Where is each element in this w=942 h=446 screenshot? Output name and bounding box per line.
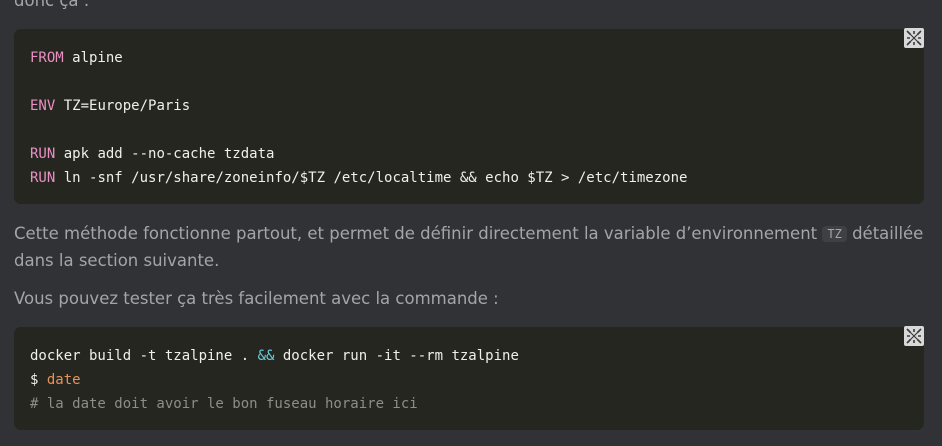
code-line: ENV TZ=Europe/Paris xyxy=(30,94,924,118)
code-line: docker build -t tzalpine . && docker run… xyxy=(30,344,924,368)
copy-code-icon xyxy=(905,327,923,345)
inline-code-tz: TZ xyxy=(822,226,847,242)
code-prompt: $ xyxy=(30,372,47,388)
copy-code-icon xyxy=(905,29,923,47)
copy-code-button[interactable] xyxy=(904,28,924,48)
code-text: docker build -t tzalpine . xyxy=(30,348,258,364)
paragraph-method: Cette méthode fonctionne partout, et per… xyxy=(14,221,924,273)
code-keyword: FROM xyxy=(30,50,64,66)
code-keyword: RUN xyxy=(30,146,56,162)
code-line: FROM alpine xyxy=(30,46,924,70)
paragraph-test: Vous pouvez tester ça très facilement av… xyxy=(14,289,499,308)
code-text: docker run -it --rm tzalpine xyxy=(274,348,519,364)
code-keyword: RUN xyxy=(30,170,56,186)
code-text: alpine xyxy=(63,50,123,66)
code-line: RUN apk add --no-cache tzdata xyxy=(30,142,924,166)
code-block-dockerfile: FROM alpine ENV TZ=Europe/Paris RUN apk … xyxy=(14,28,924,204)
copy-code-button[interactable] xyxy=(904,326,924,346)
intro-text: donc ça : xyxy=(14,0,90,10)
code-line: RUN ln -snf /usr/share/zoneinfo/$TZ /etc… xyxy=(30,166,924,190)
code-operator: && xyxy=(257,348,275,364)
code-command: date xyxy=(46,372,81,388)
code-block-shell: docker build -t tzalpine . && docker run… xyxy=(14,326,924,430)
code-line: $ date xyxy=(30,368,924,392)
code-text: apk add --no-cache tzdata xyxy=(55,146,275,162)
code-text: ln -snf /usr/share/zoneinfo/$TZ /etc/loc… xyxy=(55,170,688,186)
paragraph-text: Cette méthode fonctionne partout, et per… xyxy=(14,224,823,243)
code-line: # la date doit avoir le bon fuseau horai… xyxy=(30,392,924,416)
code-comment: # la date doit avoir le bon fuseau horai… xyxy=(30,396,418,412)
code-text: TZ=Europe/Paris xyxy=(55,98,191,114)
code-keyword: ENV xyxy=(30,98,56,114)
